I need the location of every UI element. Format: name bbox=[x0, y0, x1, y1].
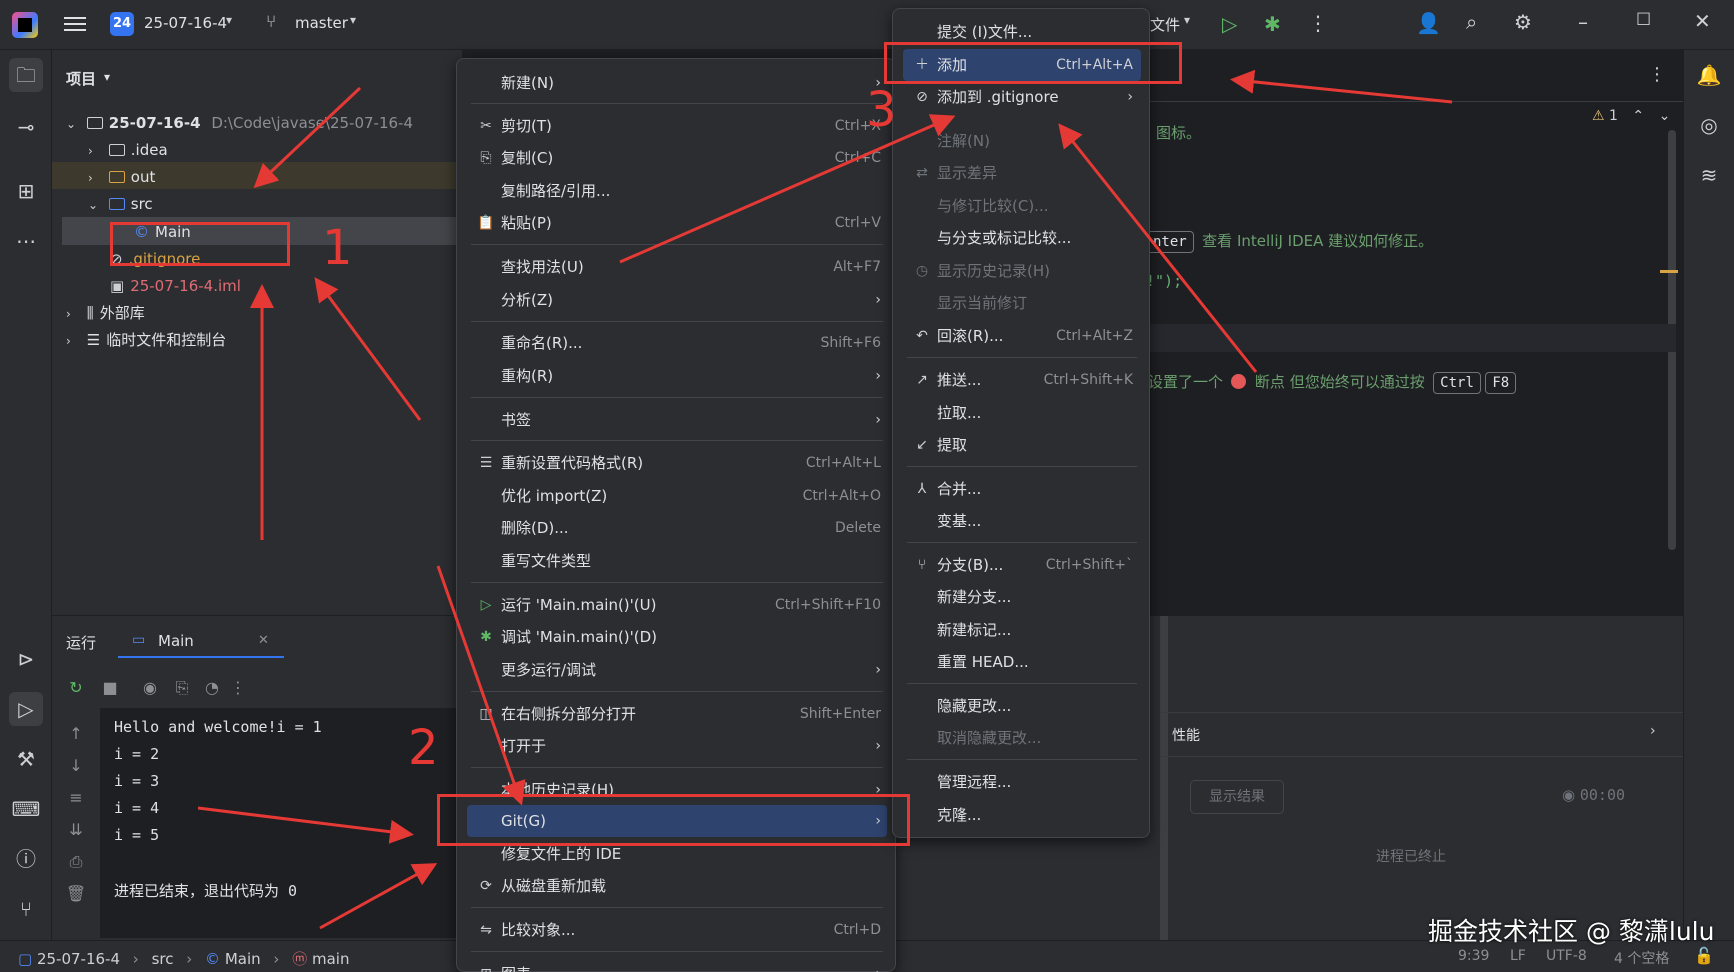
annotation-arrows bbox=[197, 69, 1453, 930]
annotation-arrow bbox=[197, 806, 414, 844]
annotation-arrow bbox=[619, 114, 956, 264]
annotation-arrow bbox=[1230, 69, 1453, 104]
annotation-arrow bbox=[436, 565, 526, 806]
watermark: 掘金技术社区 @ 黎潇lulu bbox=[1428, 917, 1715, 946]
annotation-arrow bbox=[253, 86, 362, 189]
annotation-arrow bbox=[1058, 123, 1258, 373]
annotation-arrow bbox=[314, 277, 422, 421]
annotation-arrow bbox=[319, 863, 438, 930]
